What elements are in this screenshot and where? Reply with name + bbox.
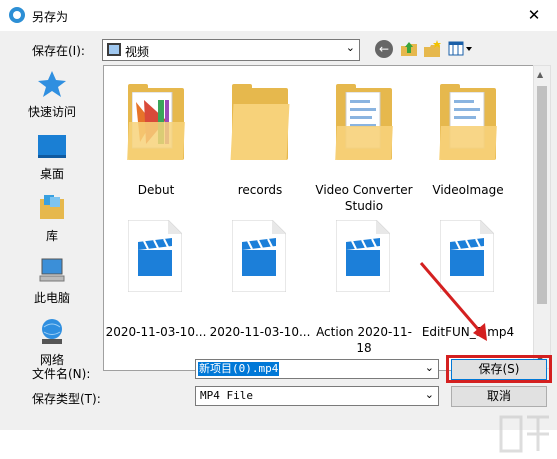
chevron-down-icon[interactable]: ⌄ — [346, 41, 355, 54]
file-label: Action 2020-11-18 — [316, 325, 412, 355]
save-highlight-box — [446, 355, 552, 383]
window-title: 另存为 — [32, 10, 69, 24]
place-this-pc[interactable]: 此电脑 — [6, 251, 98, 309]
folder-item-records[interactable]: records — [210, 74, 310, 209]
place-label: 库 — [45, 229, 58, 243]
cancel-button[interactable]: 取消 — [451, 386, 547, 407]
place-library[interactable]: 库 — [6, 189, 98, 247]
video-file-icon — [232, 220, 286, 292]
vertical-scrollbar[interactable]: ▲ ▼ — [533, 65, 551, 369]
filetype-value: MP4 File — [200, 389, 253, 402]
chevron-down-icon[interactable]: ⌄ — [425, 361, 434, 374]
views-menu-icon[interactable] — [448, 40, 474, 58]
network-icon — [42, 319, 62, 344]
filename-input[interactable]: 新项目(0).mp4 ⌄ — [195, 359, 439, 379]
file-label: Video Converter Studio — [315, 183, 413, 213]
file-label: Debut — [137, 183, 175, 197]
video-file-icon — [336, 220, 390, 292]
save-in-label: 保存在(I): — [32, 44, 85, 58]
filename-label: 文件名(N): — [32, 367, 91, 381]
star-icon — [38, 71, 66, 97]
computer-icon — [39, 258, 65, 282]
save-in-value: 视频 — [125, 45, 150, 59]
filetype-label: 保存类型(T): — [32, 392, 101, 406]
place-label: 桌面 — [39, 167, 64, 181]
file-label: VideoImage — [432, 183, 504, 197]
filename-value: 新项目(0).mp4 — [198, 362, 280, 376]
file-label: records — [237, 183, 283, 197]
place-label: 快速访问 — [27, 105, 76, 119]
close-button[interactable]: ✕ — [511, 0, 557, 31]
save-in-combo[interactable]: 视频 ⌄ — [102, 39, 360, 61]
filetype-select[interactable]: MP4 File ⌄ — [195, 386, 439, 406]
place-network[interactable]: 网络 — [6, 313, 98, 371]
desktop-icon — [38, 135, 66, 158]
folder-item-video-converter-studio[interactable]: Video Converter Studio — [314, 74, 414, 213]
video-item[interactable]: Action 2020-11-18 — [314, 216, 414, 355]
file-label: 2020-11-03-10... — [209, 325, 311, 339]
library-icon — [40, 195, 64, 219]
place-quick-access[interactable]: 快速访问 — [6, 65, 98, 123]
chevron-down-icon[interactable]: ⌄ — [425, 388, 434, 401]
places-bar: 快速访问 桌面 库 此电脑 网络 — [6, 65, 98, 373]
red-arrow-annotation — [419, 262, 487, 341]
save-as-dialog: 保存在(I): 视频 ⌄ ← 快速访问 桌面 库 此电脑 网络 Debut re… — [0, 31, 557, 453]
up-folder-icon[interactable] — [399, 39, 419, 59]
new-folder-icon[interactable] — [422, 39, 444, 59]
place-desktop[interactable]: 桌面 — [6, 127, 98, 185]
title-bar: 另存为 ✕ — [0, 0, 557, 31]
folder-item-debut[interactable]: Debut — [106, 74, 206, 209]
video-item[interactable]: 2020-11-03-10... — [106, 216, 206, 351]
file-label: 2020-11-03-10... — [105, 325, 207, 339]
scroll-thumb[interactable] — [537, 86, 547, 304]
place-label: 此电脑 — [33, 291, 70, 305]
app-icon — [9, 7, 25, 23]
scroll-up-icon[interactable]: ▲ — [537, 70, 543, 79]
video-folder-icon — [107, 43, 121, 56]
watermark-logo — [499, 415, 549, 453]
back-icon[interactable]: ← — [375, 40, 393, 58]
video-item[interactable]: 2020-11-03-10... — [210, 216, 310, 351]
video-file-icon — [128, 220, 182, 292]
folder-item-videoimage[interactable]: VideoImage — [418, 74, 518, 209]
